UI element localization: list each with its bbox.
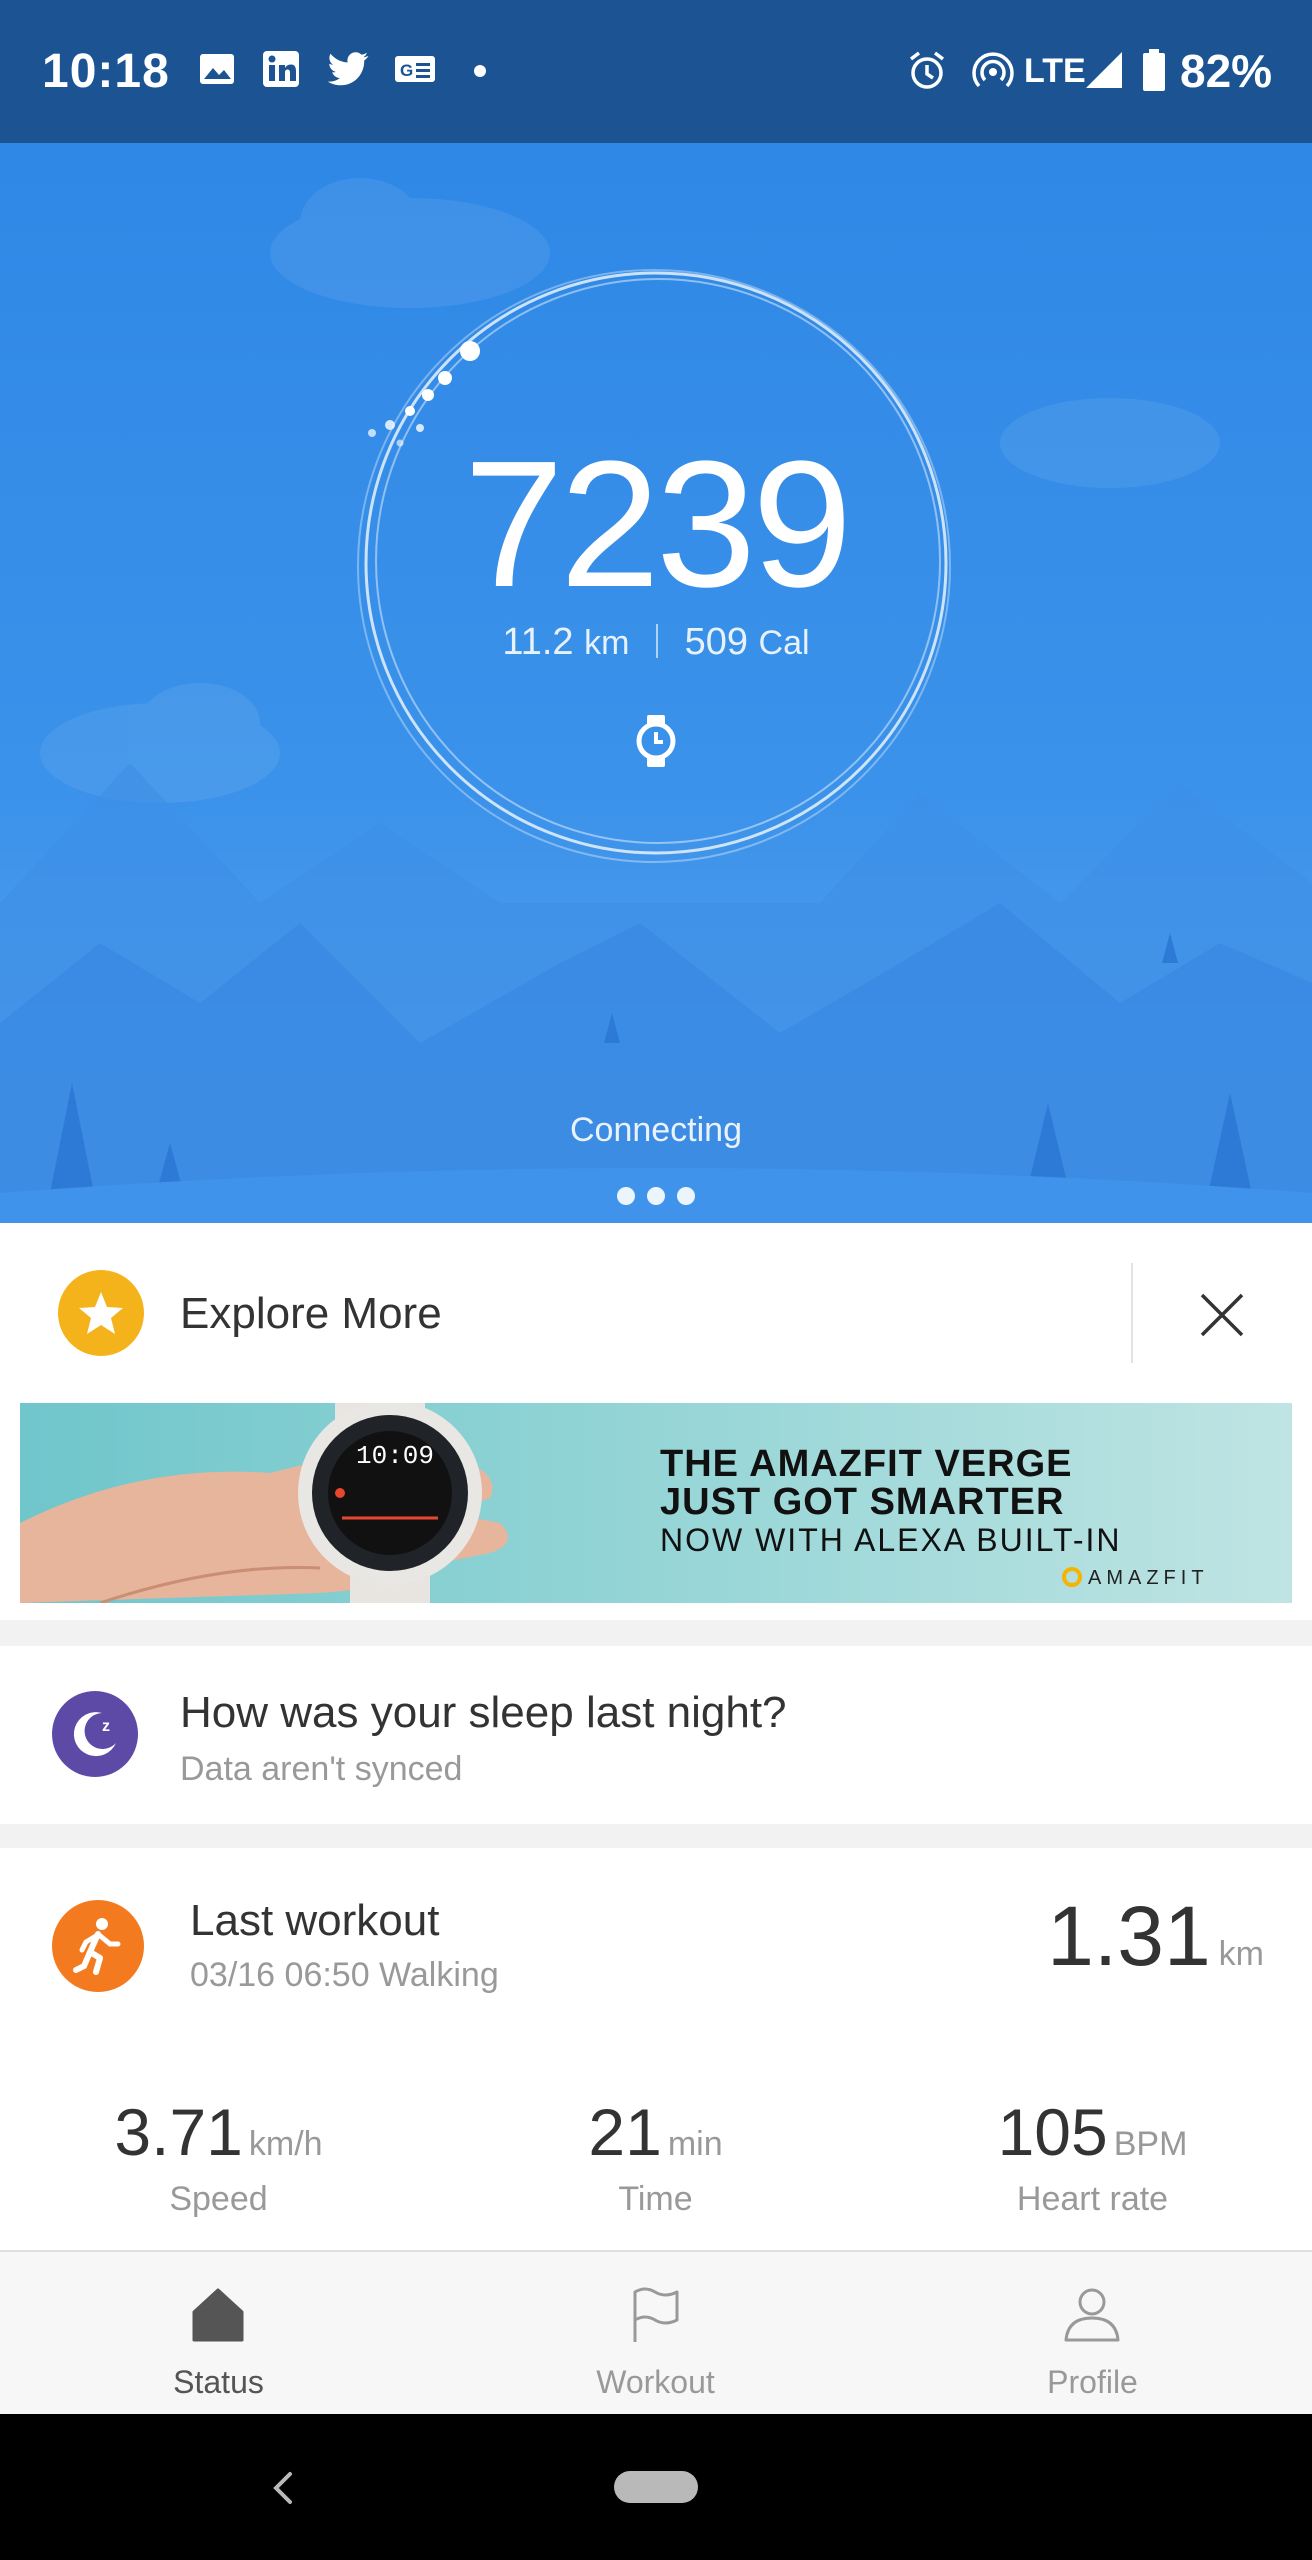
step-summary-panel[interactable]: 7239 11.2 km 509 Cal Connecting <box>0 143 1312 1223</box>
page-dot <box>617 1187 635 1205</box>
svg-text:z: z <box>102 1718 110 1735</box>
calories-value: 509 <box>684 621 748 663</box>
moon-icon: z <box>52 1691 138 1777</box>
banner-line-2: JUST GOT SMARTER <box>660 1481 1065 1523</box>
home-icon <box>192 2288 244 2342</box>
metric-unit: BPM <box>1113 2125 1188 2163</box>
person-icon <box>1064 2288 1120 2342</box>
metric-value: 3.71 <box>114 2095 243 2169</box>
metric-unit: km/h <box>248 2125 323 2163</box>
status-bar: 10:18 G LTE 82% <box>0 0 1312 143</box>
twitter-icon <box>327 52 369 86</box>
metric-value: 21 <box>588 2095 662 2169</box>
explore-title[interactable]: Explore More <box>180 1289 442 1339</box>
hotspot-icon <box>972 52 1014 88</box>
linkedin-icon <box>263 51 299 87</box>
promo-banner[interactable]: 10:09 THE AMAZFIT VERGE JUST GOT SMARTER… <box>20 1403 1292 1603</box>
banner-line-3: NOW WITH ALEXA BUILT-IN <box>660 1522 1122 1558</box>
system-navigation-bar <box>0 2414 1312 2560</box>
workout-subtitle: 03/16 06:50 Walking <box>190 1956 499 1994</box>
news-icon: G <box>395 56 435 82</box>
dot-icon <box>474 65 486 77</box>
page-dot <box>647 1187 665 1205</box>
sleep-card[interactable]: z How was your sleep last night? Data ar… <box>0 1646 1312 1824</box>
distance-calories: 11.2 km 509 Cal <box>0 621 1312 664</box>
workout-distance-value: 1.31 <box>1047 1889 1211 1983</box>
banner-line-1: THE AMAZFIT VERGE <box>660 1443 1073 1485</box>
workout-distance: 1.31 km <box>1047 1888 1264 1985</box>
battery-level: 82% <box>1180 45 1273 97</box>
nav-profile[interactable]: Profile <box>874 2252 1311 2416</box>
svg-text:10:09: 10:09 <box>356 1441 434 1471</box>
calories-unit: Cal <box>758 624 810 662</box>
bottom-navigation: Status Workout Profile <box>0 2250 1312 2414</box>
nav-label: Workout <box>596 2364 715 2400</box>
image-icon <box>200 54 234 84</box>
star-icon <box>58 1270 144 1356</box>
metric-time: 21 min Time <box>437 2094 874 2219</box>
amazfit-logo-icon <box>1062 1567 1082 1587</box>
svg-text:G: G <box>400 61 413 80</box>
sleep-subtitle: Data aren't synced <box>180 1750 463 1788</box>
distance-unit: km <box>584 624 630 662</box>
step-count: 7239 <box>463 424 852 625</box>
battery-icon <box>1143 49 1165 91</box>
explore-card: Explore More 10:09 THE AMAZFIT VERGE JUS… <box>0 1223 1312 1620</box>
stat-divider <box>656 624 659 658</box>
metric-heart-rate: 105 BPM Heart rate <box>874 2094 1311 2219</box>
watch-icon[interactable] <box>633 713 679 769</box>
last-workout-card[interactable]: Last workout 03/16 06:50 Walking 1.31 km … <box>0 1848 1312 2250</box>
metric-label: Speed <box>169 2180 268 2218</box>
close-icon[interactable] <box>1190 1283 1254 1347</box>
landscape-background <box>0 178 1312 1223</box>
banner-headline: THE AMAZFIT VERGE JUST GOT SMARTER NOW W… <box>660 1445 1121 1559</box>
metric-unit: min <box>667 2125 723 2163</box>
nav-label: Profile <box>1047 2364 1138 2400</box>
signal-icon <box>1086 52 1122 88</box>
metric-label: Heart rate <box>1016 2180 1169 2218</box>
nav-status[interactable]: Status <box>0 2252 437 2416</box>
walking-icon <box>52 1900 144 1992</box>
sleep-title: How was your sleep last night? <box>180 1688 787 1737</box>
divider <box>1131 1263 1133 1363</box>
network-type: LTE <box>1024 52 1086 90</box>
page-dot <box>677 1187 695 1205</box>
workout-distance-unit: km <box>1218 1935 1264 1973</box>
nav-workout[interactable]: Workout <box>437 2252 874 2416</box>
flag-icon <box>633 2287 679 2342</box>
back-icon[interactable] <box>262 2458 302 2518</box>
metric-label: Time <box>618 2180 693 2218</box>
banner-brand: AMAZFIT <box>1088 1567 1209 1589</box>
nav-label: Status <box>173 2364 264 2400</box>
distance-value: 11.2 <box>502 621 574 663</box>
sync-status: Connecting <box>569 1111 742 1149</box>
alarm-icon <box>909 51 945 89</box>
metric-speed: 3.71 km/h Speed <box>0 2094 437 2219</box>
metric-value: 105 <box>997 2095 1108 2169</box>
home-pill-button[interactable] <box>614 2471 698 2503</box>
clock: 10:18 <box>42 45 170 98</box>
workout-title: Last workout <box>190 1896 440 1945</box>
page-indicator <box>0 1187 1312 1210</box>
